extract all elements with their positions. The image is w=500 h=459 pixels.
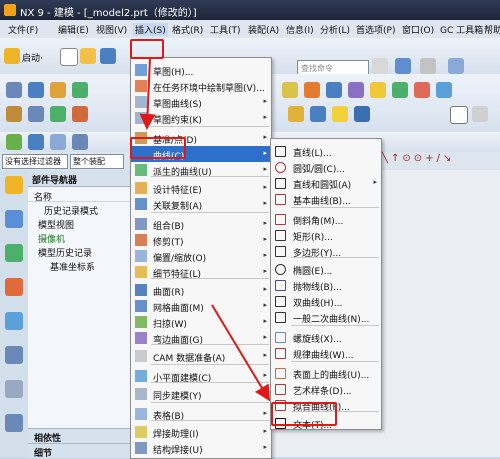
arrow-to-text [211,304,271,402]
annotation-arrows [139,57,271,402]
arrow-insert-to-curve [139,57,156,130]
